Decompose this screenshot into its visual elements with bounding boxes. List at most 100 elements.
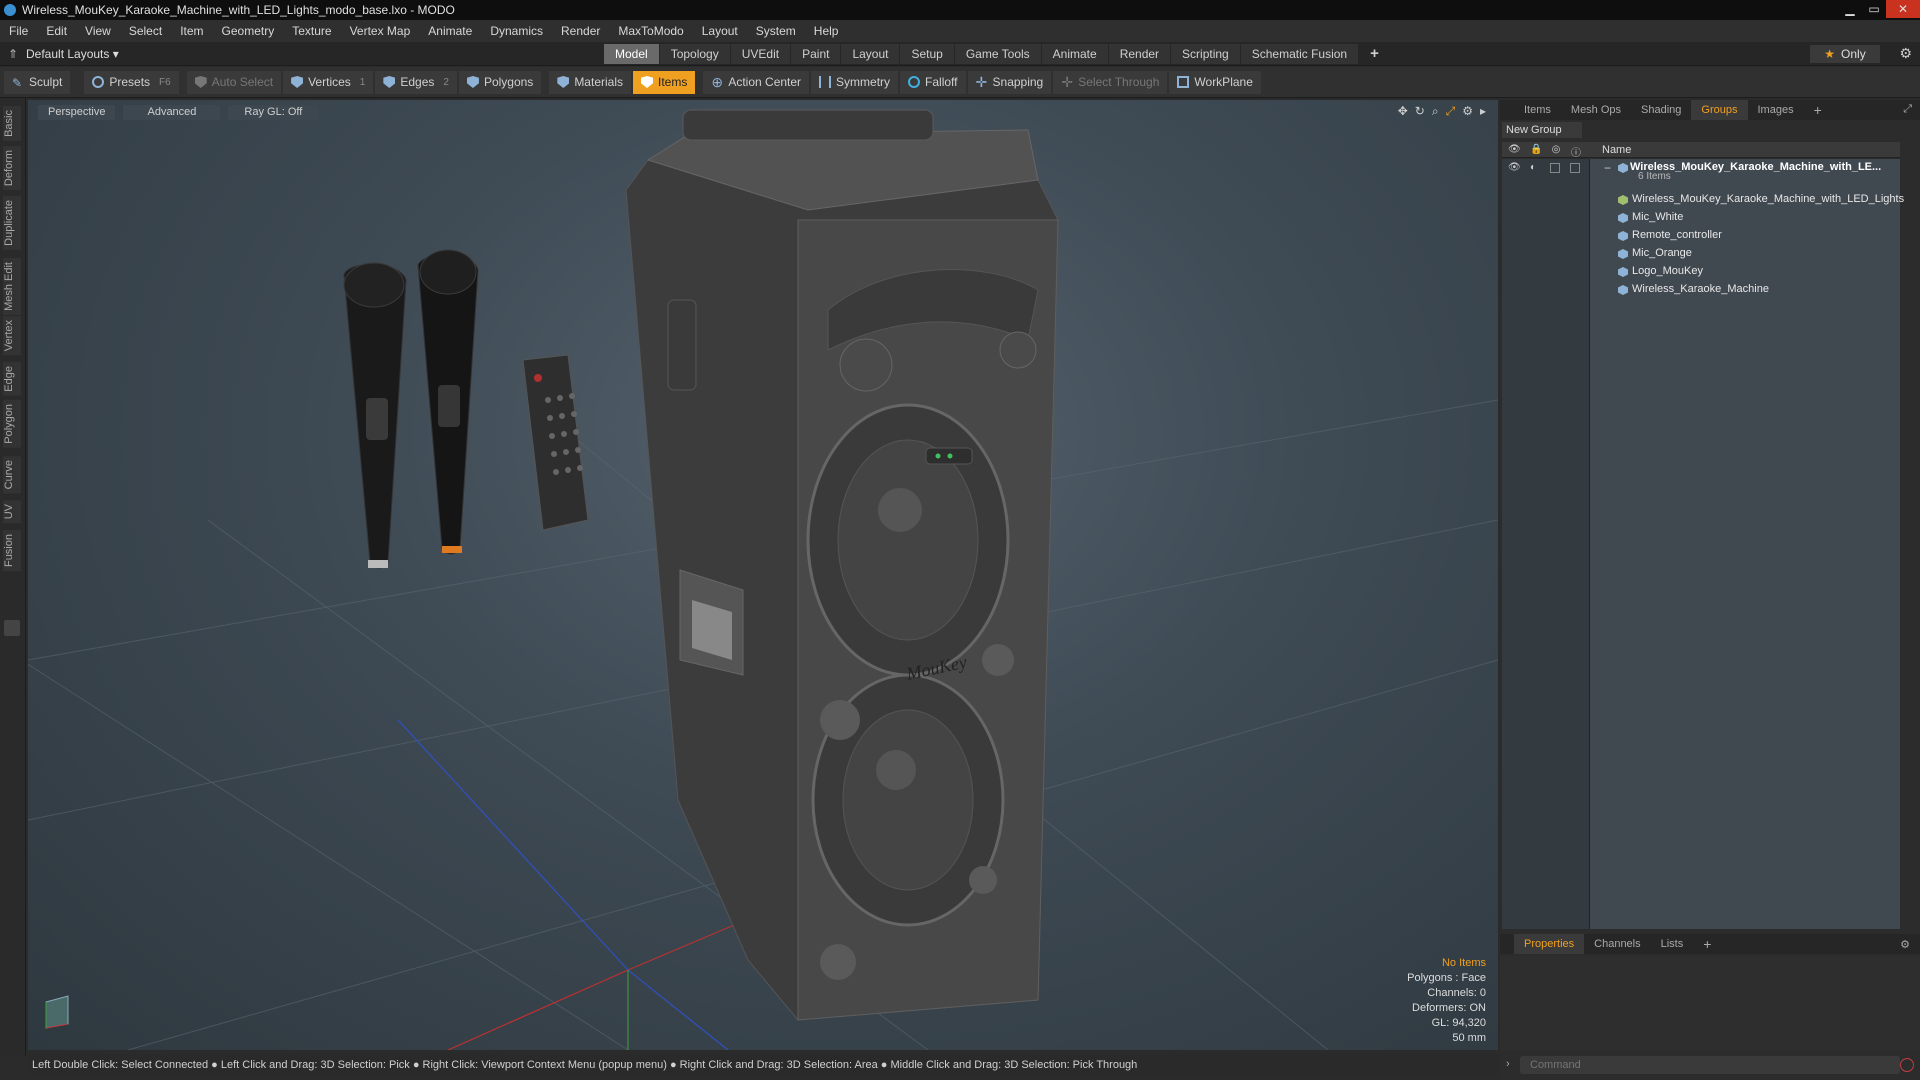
group-render-toggle[interactable]	[1550, 163, 1560, 173]
vtab-curve[interactable]: Curve	[3, 456, 21, 494]
vtab-basic[interactable]: Basic	[3, 106, 21, 141]
layout-up-icon[interactable]: ⇑	[0, 47, 26, 61]
close-icon[interactable]: ✕	[1886, 0, 1920, 18]
add-tab-icon[interactable]: +	[1359, 44, 1391, 64]
action-center-button[interactable]: ⊕ Action Center	[703, 70, 810, 94]
materials-button[interactable]: Materials	[549, 70, 631, 94]
tab-animate[interactable]: Animate	[1041, 44, 1109, 64]
vtab-edge[interactable]: Edge	[3, 362, 21, 396]
menu-dynamics[interactable]: Dynamics	[481, 24, 552, 38]
strip-toggle-button[interactable]	[4, 620, 20, 636]
add-panel-tab-icon[interactable]: +	[1804, 100, 1832, 120]
group-visibility-icon[interactable]: 👁	[1508, 162, 1521, 173]
menu-animate[interactable]: Animate	[419, 24, 481, 38]
props-gear-icon[interactable]: ⚙	[1900, 938, 1910, 951]
list-item[interactable]: Logo_MouKey	[1502, 263, 1900, 281]
3d-viewport[interactable]: MouKey Perspective Advanced Ray GL: Off …	[28, 100, 1498, 1050]
select-through-button[interactable]: ✛ Select Through	[1053, 70, 1168, 94]
vtab-duplicate[interactable]: Duplicate	[3, 196, 21, 250]
menu-geometry[interactable]: Geometry	[213, 24, 284, 38]
new-group-button[interactable]: New Group	[1502, 122, 1582, 138]
pan-icon[interactable]: ✥	[1398, 104, 1408, 119]
list-item[interactable]: Wireless_MouKey_Karaoke_Machine_with_LED…	[1502, 191, 1904, 209]
presets-button[interactable]: Presets F6	[84, 70, 179, 94]
auto-select-button[interactable]: Auto Select	[186, 70, 282, 94]
vtab-polygon[interactable]: Polygon	[3, 400, 21, 448]
tab-layout[interactable]: Layout	[841, 44, 901, 64]
vtab-deform[interactable]: Deform	[3, 146, 21, 191]
group-collapse-icon[interactable]: −	[1604, 161, 1611, 175]
rtab-images[interactable]: Images	[1748, 100, 1804, 120]
menu-file[interactable]: File	[0, 24, 37, 38]
list-item[interactable]: Mic_Orange	[1502, 245, 1900, 263]
polygons-button[interactable]: Polygons	[458, 70, 542, 94]
perspective-button[interactable]: Perspective	[38, 105, 116, 120]
vtab-vertex[interactable]: Vertex	[3, 316, 21, 356]
menu-edit[interactable]: Edit	[37, 24, 76, 38]
tab-topology[interactable]: Topology	[659, 44, 731, 64]
menu-view[interactable]: View	[76, 24, 120, 38]
symmetry-button[interactable]: Symmetry	[811, 70, 899, 94]
tab-scripting[interactable]: Scripting	[1171, 44, 1241, 64]
tab-setup[interactable]: Setup	[900, 44, 955, 64]
edges-button[interactable]: Edges 2	[375, 70, 457, 94]
menu-maxtomodo[interactable]: MaxToModo	[609, 24, 692, 38]
panel-expand-icon[interactable]: ⤢	[1903, 103, 1912, 116]
tab-model[interactable]: Model	[604, 44, 660, 64]
rtab-shading[interactable]: Shading	[1631, 100, 1691, 120]
only-button[interactable]: ★ Only	[1810, 45, 1880, 63]
menu-select[interactable]: Select	[120, 24, 171, 38]
menu-item[interactable]: Item	[171, 24, 212, 38]
tab-schematic-fusion[interactable]: Schematic Fusion	[1240, 44, 1360, 64]
group-lock-icon[interactable]: ◐	[1530, 162, 1536, 173]
workplane-button[interactable]: WorkPlane	[1169, 70, 1261, 94]
tab-render[interactable]: Render	[1108, 44, 1172, 64]
tab-paint[interactable]: Paint	[791, 44, 842, 64]
tab-channels[interactable]: Channels	[1584, 934, 1650, 954]
tab-game-tools[interactable]: Game Tools	[954, 44, 1042, 64]
falloff-button[interactable]: Falloff	[900, 70, 966, 94]
menu-vertex-map[interactable]: Vertex Map	[341, 24, 420, 38]
group-row[interactable]: 👁 ◐ − Wireless_MouKey_Karaoke_Machine_wi…	[1502, 159, 1900, 182]
sculpt-button[interactable]: ✎ Sculpt	[4, 70, 71, 94]
menu-render[interactable]: Render	[552, 24, 609, 38]
viewport-menu-icon[interactable]: ▸	[1480, 104, 1486, 119]
raygl-button[interactable]: Ray GL: Off	[228, 105, 319, 120]
rtab-mesh-ops[interactable]: Mesh Ops	[1561, 100, 1631, 120]
default-layouts-dropdown[interactable]: Default Layouts ▾	[26, 47, 119, 61]
zoom-icon[interactable]: ⌕	[1432, 104, 1439, 119]
tab-uvedit[interactable]: UVEdit	[730, 44, 792, 64]
render-header-icon[interactable]: ◎	[1550, 144, 1562, 156]
list-item[interactable]: Remote_controller	[1502, 227, 1900, 245]
fit-icon[interactable]: ⤢	[1446, 104, 1456, 119]
command-input[interactable]	[1520, 1056, 1900, 1074]
rtab-items[interactable]: Items	[1514, 100, 1561, 120]
menu-help[interactable]: Help	[805, 24, 848, 38]
menu-system[interactable]: System	[747, 24, 805, 38]
command-clear-icon[interactable]	[1900, 1058, 1914, 1072]
rtab-groups[interactable]: Groups	[1691, 100, 1748, 120]
tab-properties[interactable]: Properties	[1514, 934, 1585, 954]
rotate-icon[interactable]: ↻	[1415, 104, 1425, 119]
visibility-header-icon[interactable]: 👁	[1508, 144, 1521, 156]
menu-layout[interactable]: Layout	[693, 24, 747, 38]
select-header-icon[interactable]: ⓘ	[1570, 144, 1582, 159]
vtab-mesh-edit[interactable]: Mesh Edit	[3, 258, 21, 315]
menu-texture[interactable]: Texture	[283, 24, 340, 38]
tab-lists[interactable]: Lists	[1651, 934, 1694, 954]
vtab-uv[interactable]: UV	[3, 500, 21, 524]
gear-icon[interactable]: ⚙	[1899, 45, 1912, 62]
list-item[interactable]: Mic_White	[1502, 209, 1900, 227]
group-select-toggle[interactable]	[1570, 163, 1580, 173]
advanced-button[interactable]: Advanced	[123, 105, 221, 120]
snapping-button[interactable]: ✛ Snapping	[967, 70, 1052, 94]
minimize-icon[interactable]: ▁	[1838, 0, 1862, 18]
add-props-tab-icon[interactable]: +	[1693, 934, 1721, 954]
list-item[interactable]: Wireless_Karaoke_Machine	[1502, 281, 1900, 299]
vertices-button[interactable]: Vertices 1	[283, 70, 374, 94]
maximize-icon[interactable]: ▭	[1862, 0, 1886, 18]
lock-header-icon[interactable]: 🔒	[1530, 144, 1542, 156]
vtab-fusion[interactable]: Fusion	[3, 530, 21, 572]
viewport-gear-icon[interactable]: ⚙	[1462, 104, 1473, 119]
items-button[interactable]: Items	[633, 70, 696, 94]
